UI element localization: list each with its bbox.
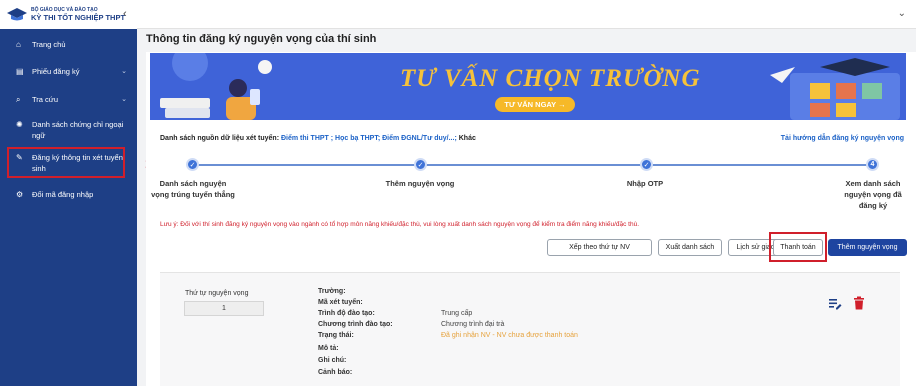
- step-3-check-icon[interactable]: ✓: [640, 158, 653, 171]
- notice-text: Lưu ý: Đối với thí sinh đăng ký nguyện v…: [160, 221, 640, 228]
- sort-by-order-button[interactable]: Xếp theo thứ tự NV: [547, 239, 652, 256]
- field-status-label: Trạng thái:: [318, 332, 354, 339]
- sidebar-item-change-login-code[interactable]: ⚙ Đổi mã đăng nhập: [0, 189, 137, 200]
- add-wish-button[interactable]: Thêm nguyện vọng: [828, 239, 907, 256]
- sidebar-item-certificates[interactable]: ✺ Danh sách chứng chỉ ngoại ngữ: [0, 119, 137, 141]
- data-sources-label: Danh sách nguồn dữ liệu xét tuyển:: [160, 135, 280, 142]
- field-status-value: Đã ghi nhận NV - NV chưa được thanh toán: [441, 332, 578, 339]
- stepper-line: [192, 164, 873, 166]
- data-sources-row: Danh sách nguồn dữ liệu xét tuyển: Điểm …: [160, 135, 476, 142]
- step-1-label: Danh sách nguyện vọng trúng tuyển thẳng: [151, 179, 235, 199]
- sidebar-item-label: Đổi mã đăng nhập: [32, 190, 94, 199]
- field-program-value: Chương trình đại trà: [441, 321, 505, 328]
- gear-icon: ⚙: [16, 190, 24, 199]
- export-list-button[interactable]: Xuất danh sách: [658, 239, 722, 256]
- field-training-level-label: Trình độ đào tạo:: [318, 310, 375, 317]
- sidebar: BỘ GIÁO DỤC VÀ ĐÀO TẠO KỲ THI TỐT NGHIỆP…: [0, 0, 137, 386]
- form-icon: ▤: [16, 67, 24, 76]
- search-icon: ⌕: [16, 95, 21, 104]
- step-3-label: Nhập OTP: [626, 179, 664, 188]
- field-program-label: Chương trình đào tạo:: [318, 321, 393, 328]
- sidebar-item-label: Phiếu đăng ký: [32, 67, 80, 76]
- field-school-label: Trường:: [318, 288, 346, 295]
- logo-line2: KỲ THI TỐT NGHIỆP THPT: [31, 12, 126, 22]
- app: BỘ GIÁO DỤC VÀ ĐÀO TẠO KỲ THI TỐT NGHIỆP…: [0, 0, 916, 386]
- graduation-cap-icon: [6, 6, 28, 24]
- data-sources-links[interactable]: Điểm thi THPT ; Học bạ THPT; Điểm ĐGNL/T…: [281, 135, 457, 142]
- sidebar-item-lookup[interactable]: ⌕ Tra cứu ⌄: [0, 94, 137, 105]
- topbar: ⌄: [137, 0, 916, 29]
- logo-line1: BỘ GIÁO DỤC VÀ ĐÀO TẠO: [31, 6, 98, 13]
- sidebar-item-home[interactable]: ⌂ Trang chủ: [0, 39, 137, 50]
- field-warning-label: Cảnh báo:: [318, 369, 353, 376]
- highlight-box-payment: [769, 232, 827, 262]
- sidebar-item-label: Trang chủ: [32, 40, 66, 49]
- edit-list-icon[interactable]: [828, 296, 842, 310]
- chevron-down-icon[interactable]: ⌄: [898, 8, 906, 19]
- field-admission-code-label: Mã xét tuyển:: [318, 299, 363, 306]
- page-title: Thông tin đăng ký nguyện vọng của thí si…: [146, 33, 377, 45]
- sidebar-item-label: Danh sách chứng chỉ ngoại ngữ: [32, 120, 124, 140]
- chevron-down-icon: ⌄: [121, 68, 127, 75]
- field-training-level-value: Trung cấp: [441, 310, 473, 317]
- collapse-sidebar-icon[interactable]: ‹: [123, 8, 127, 20]
- consultation-banner[interactable]: TƯ VẤN CHỌN TRƯỜNG TƯ VẤN NGAY →: [150, 53, 906, 120]
- step-4-label: Xem danh sách nguyện vọng đã đăng ký: [844, 179, 902, 210]
- sidebar-item-registration-form[interactable]: ▤ Phiếu đăng ký ⌄: [0, 66, 137, 77]
- wish-order-field[interactable]: 1: [184, 301, 264, 316]
- field-note-label: Ghi chú:: [318, 357, 347, 364]
- delete-icon[interactable]: [853, 296, 865, 310]
- wish-order-label: Thứ tự nguyện vọng: [185, 290, 249, 297]
- chevron-down-icon: ⌄: [121, 96, 127, 103]
- step-2-label: Thêm nguyện vọng: [385, 179, 455, 188]
- step-1-check-icon[interactable]: ✓: [186, 158, 199, 171]
- step-4-indicator[interactable]: 4: [866, 158, 879, 171]
- banner-title: TƯ VẤN CHỌN TRƯỜNG: [400, 65, 701, 92]
- wish-fields: Trường: Mã xét tuyển: Trình độ đào tạo: …: [318, 287, 618, 386]
- consult-now-button[interactable]: TƯ VẤN NGAY →: [495, 97, 575, 112]
- home-icon: ⌂: [16, 40, 21, 49]
- logo[interactable]: BỘ GIÁO DỤC VÀ ĐÀO TẠO KỲ THI TỐT NGHIỆP…: [0, 0, 137, 29]
- step-2-check-icon[interactable]: ✓: [414, 158, 427, 171]
- highlight-box-sidebar: [7, 147, 125, 178]
- field-description-label: Mô tả:: [318, 345, 339, 352]
- download-guide-link[interactable]: Tải hướng dẫn đăng ký nguyện vọng: [781, 135, 904, 142]
- certificate-icon: ✺: [16, 120, 23, 129]
- data-sources-other: Khác: [458, 135, 476, 142]
- sidebar-item-label: Tra cứu: [32, 95, 58, 104]
